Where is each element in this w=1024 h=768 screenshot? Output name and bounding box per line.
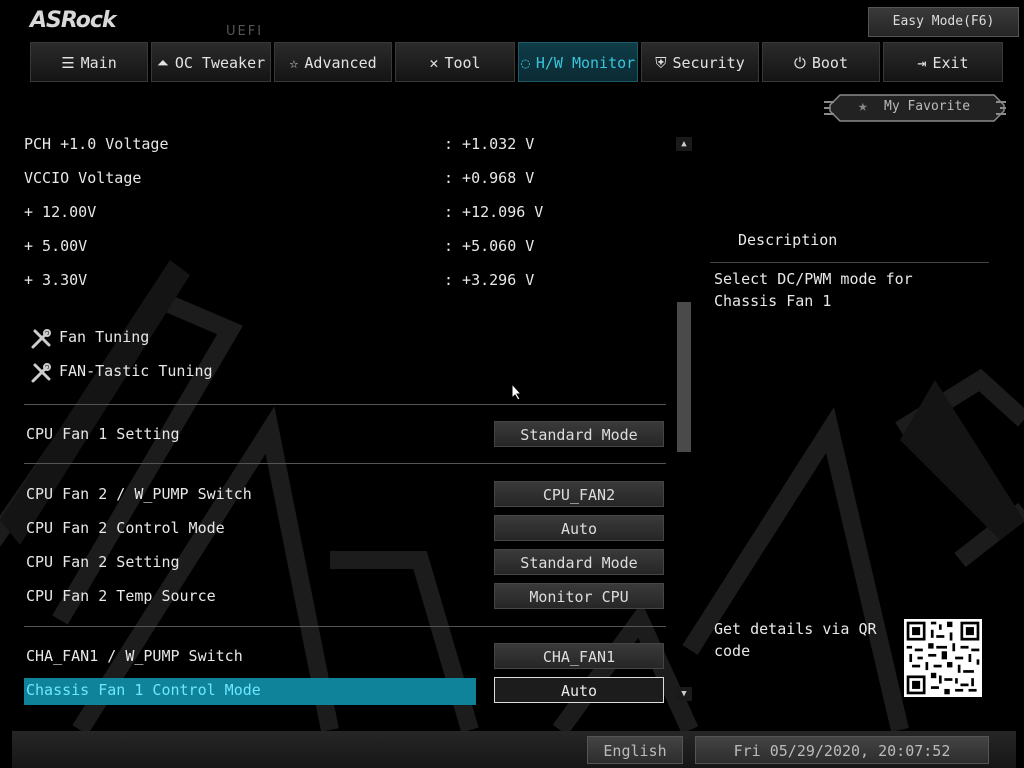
uefi-label: UEFI bbox=[226, 24, 264, 39]
tab-security[interactable]: ⛨ Security bbox=[641, 42, 759, 82]
cha-fan1-pump-switch-select[interactable]: CHA_FAN1 bbox=[494, 643, 664, 669]
tab-oc-tweaker[interactable]: ⏶ OC Tweaker bbox=[151, 42, 271, 82]
reading-label: + 5.00V bbox=[24, 237, 88, 255]
rocket-icon: ⏶ bbox=[156, 54, 169, 72]
description-divider bbox=[710, 262, 989, 263]
scrollbar-thumb[interactable] bbox=[677, 302, 691, 452]
divider bbox=[24, 404, 666, 405]
reading-label: VCCIO Voltage bbox=[24, 169, 142, 187]
fan-tuning-link[interactable]: Fan Tuning bbox=[59, 328, 149, 346]
cpu-fan1-setting-select[interactable]: Standard Mode bbox=[494, 421, 664, 447]
tab-main[interactable]: ☰ Main bbox=[30, 42, 148, 82]
cpu-fan2-pump-switch-select[interactable]: CPU_FAN2 bbox=[494, 481, 664, 507]
tools-icon: ✕ bbox=[429, 54, 439, 72]
mouse-cursor-icon bbox=[511, 383, 523, 401]
tab-exit-label: Exit bbox=[932, 54, 969, 72]
setting-label: CPU Fan 2 Setting bbox=[26, 553, 180, 571]
qr-code-icon bbox=[904, 619, 982, 697]
setting-label: CPU Fan 2 / W_PUMP Switch bbox=[26, 485, 252, 503]
tab-boot[interactable]: ⏻ Boot bbox=[762, 42, 880, 82]
power-icon: ⏻ bbox=[794, 54, 806, 72]
reading-value: : +0.968 V bbox=[444, 169, 535, 187]
scroll-up-arrow-icon[interactable]: ▲ bbox=[676, 137, 692, 151]
tab-oc-tweaker-label: OC Tweaker bbox=[174, 54, 266, 72]
tab-exit[interactable]: ⇥ Exit bbox=[883, 42, 1003, 82]
exit-icon: ⇥ bbox=[917, 54, 927, 72]
tab-advanced-label: Advanced bbox=[304, 54, 377, 72]
star-icon: ★ bbox=[858, 96, 868, 115]
my-favorite-label: My Favorite bbox=[884, 99, 971, 114]
cpu-fan2-control-mode-select[interactable]: Auto bbox=[494, 515, 664, 541]
wrench-screwdriver-icon bbox=[31, 363, 51, 383]
wrench-screwdriver-icon bbox=[31, 329, 51, 349]
reading-label: + 12.00V bbox=[24, 203, 97, 221]
shield-icon: ⛨ bbox=[655, 54, 667, 72]
setting-label: CPU Fan 1 Setting bbox=[26, 425, 180, 443]
setting-label: CPU Fan 2 Control Mode bbox=[26, 519, 225, 537]
monitor-icon: ◌ bbox=[520, 54, 530, 72]
tab-advanced[interactable]: ☆ Advanced bbox=[274, 42, 392, 82]
setting-label: CPU Fan 2 Temp Source bbox=[26, 587, 216, 605]
scroll-down-arrow-icon[interactable]: ▼ bbox=[676, 687, 692, 701]
tab-hw-monitor[interactable]: ◌ H/W Monitor bbox=[518, 42, 638, 82]
description-title: Description bbox=[738, 231, 838, 249]
tab-hw-monitor-label: H/W Monitor bbox=[535, 54, 636, 72]
datetime-display: Fri 05/29/2020, 20:07:52 bbox=[695, 736, 989, 764]
reading-label: + 3.30V bbox=[24, 271, 88, 289]
reading-label: PCH +1.0 Voltage bbox=[24, 135, 169, 153]
reading-value: : +5.060 V bbox=[444, 237, 535, 255]
cpu-fan2-temp-source-select[interactable]: Monitor CPU bbox=[494, 583, 664, 609]
list-icon: ☰ bbox=[61, 54, 75, 72]
setting-label-selected[interactable]: Chassis Fan 1 Control Mode bbox=[26, 681, 261, 699]
tab-security-label: Security bbox=[672, 54, 745, 72]
setting-label: CHA_FAN1 / W_PUMP Switch bbox=[26, 647, 243, 665]
qr-caption: Get details via QR code bbox=[714, 620, 877, 660]
chassis-fan1-control-mode-select[interactable]: Auto bbox=[494, 677, 664, 703]
fan-tastic-tuning-link[interactable]: FAN-Tastic Tuning bbox=[59, 362, 213, 380]
easy-mode-button[interactable]: Easy Mode(F6) bbox=[868, 7, 1019, 37]
asrock-logo: ASRock bbox=[30, 8, 117, 33]
divider bbox=[24, 463, 666, 464]
tab-tool-label: Tool bbox=[444, 54, 481, 72]
tab-boot-label: Boot bbox=[811, 54, 848, 72]
reading-value: : +3.296 V bbox=[444, 271, 535, 289]
tab-main-label: Main bbox=[80, 54, 117, 72]
cpu-fan2-setting-select[interactable]: Standard Mode bbox=[494, 549, 664, 575]
my-favorite-button[interactable]: ★ My Favorite bbox=[822, 92, 1008, 124]
description-text: Select DC/PWM mode for Chassis Fan 1 bbox=[714, 270, 913, 310]
divider bbox=[24, 626, 666, 627]
tab-tool[interactable]: ✕ Tool bbox=[395, 42, 515, 82]
reading-value: : +12.096 V bbox=[444, 203, 544, 221]
star-icon: ☆ bbox=[289, 54, 299, 72]
reading-value: : +1.032 V bbox=[444, 135, 535, 153]
language-button[interactable]: English bbox=[587, 736, 683, 764]
